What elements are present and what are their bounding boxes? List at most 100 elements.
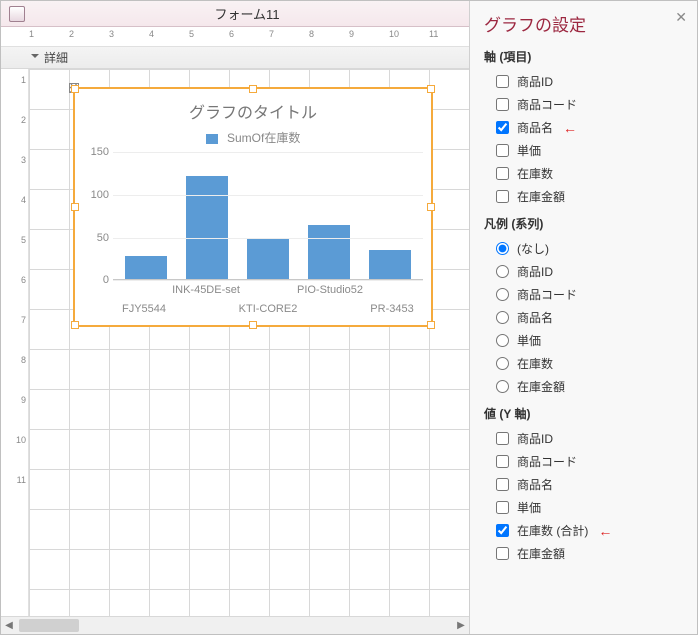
group-title-value: 値 (Y 軸)	[484, 405, 685, 422]
option-label: (なし)	[517, 240, 549, 257]
option-label: 在庫金額	[517, 188, 565, 205]
legend-option[interactable]: 商品ID	[496, 263, 685, 280]
ruler-tick: 1	[29, 27, 34, 47]
checkbox-input[interactable]	[496, 144, 509, 157]
resize-handle[interactable]	[71, 85, 79, 93]
checkbox-input[interactable]	[496, 98, 509, 111]
axis-options: 商品ID 商品コード商品名← 単価在庫数在庫金額	[484, 73, 685, 205]
radio-input[interactable]	[496, 311, 509, 324]
value-option[interactable]: 単価	[496, 499, 685, 516]
ruler-tick: 11	[429, 27, 438, 47]
axis-option[interactable]: 単価	[496, 142, 685, 159]
legend-option[interactable]: 在庫金額	[496, 378, 685, 395]
checkbox-input[interactable]	[496, 455, 509, 468]
group-title-axis: 軸 (項目)	[484, 48, 685, 65]
axis-option[interactable]: 在庫数	[496, 165, 685, 182]
option-label: 在庫数	[517, 355, 553, 372]
ruler-horizontal: 1234567891011	[1, 27, 469, 47]
ruler-tick: 6	[229, 27, 234, 47]
checkbox-input[interactable]	[496, 524, 509, 537]
chart-plot: 050100150 FJY5544INK-45DE-setKTI-CORE2PI…	[83, 152, 423, 321]
radio-input[interactable]	[496, 357, 509, 370]
x-tick-label: KTI-CORE2	[239, 303, 298, 315]
ruler-tick: 8	[21, 355, 26, 365]
section-label: 詳細	[44, 49, 68, 66]
gridline	[113, 238, 423, 239]
option-label: 単価	[517, 142, 541, 159]
legend-option[interactable]: 商品名	[496, 309, 685, 326]
axis-option[interactable]: 商品ID	[496, 73, 685, 90]
checkbox-input[interactable]	[496, 501, 509, 514]
option-label: 商品コード	[517, 286, 577, 303]
ruler-tick: 1	[21, 75, 26, 85]
value-option[interactable]: 商品名	[496, 476, 685, 493]
scroll-right-icon[interactable]: ▶	[453, 617, 469, 634]
radio-input[interactable]	[496, 380, 509, 393]
form-designer: フォーム11 1234567891011 詳細 1234567891011	[1, 1, 469, 634]
x-tick-label: INK-45DE-set	[172, 284, 240, 296]
radio-input[interactable]	[496, 288, 509, 301]
axis-option[interactable]: 在庫金額	[496, 188, 685, 205]
radio-input[interactable]	[496, 242, 509, 255]
resize-handle[interactable]	[249, 321, 257, 329]
scrollbar-horizontal[interactable]: ◀ ▶	[1, 616, 469, 634]
axis-option[interactable]: 商品コード	[496, 96, 685, 113]
checkbox-input[interactable]	[496, 121, 509, 134]
value-option[interactable]: 在庫金額	[496, 545, 685, 562]
resize-handle[interactable]	[427, 85, 435, 93]
ruler-vertical: 1234567891011	[1, 69, 29, 616]
value-option[interactable]: 商品ID	[496, 430, 685, 447]
chart-control[interactable]: グラフのタイトル SumOf在庫数 050100150 FJY5544INK-4…	[73, 87, 433, 327]
radio-input[interactable]	[496, 334, 509, 347]
checkbox-input[interactable]	[496, 432, 509, 445]
ruler-tick: 8	[309, 27, 314, 47]
y-tick-label: 0	[103, 274, 109, 286]
highlight-arrow-icon: ←	[563, 120, 577, 136]
section-collapse-icon	[31, 54, 39, 62]
option-label: 単価	[517, 499, 541, 516]
bar	[125, 256, 167, 280]
bar	[369, 250, 411, 280]
axis-option[interactable]: 商品名←	[496, 119, 685, 136]
resize-handle[interactable]	[427, 321, 435, 329]
option-label: 単価	[517, 332, 541, 349]
checkbox-input[interactable]	[496, 167, 509, 180]
close-icon[interactable]: ✕	[675, 9, 687, 26]
chart: グラフのタイトル SumOf在庫数 050100150 FJY5544INK-4…	[75, 89, 431, 325]
legend-option[interactable]: 在庫数	[496, 355, 685, 372]
design-surface[interactable]: グラフのタイトル SumOf在庫数 050100150 FJY5544INK-4…	[29, 69, 469, 616]
option-label: 商品ID	[517, 263, 553, 280]
scroll-left-icon[interactable]: ◀	[1, 617, 17, 634]
bar	[308, 225, 350, 281]
resize-handle[interactable]	[249, 85, 257, 93]
value-option[interactable]: 商品コード	[496, 453, 685, 470]
checkbox-input[interactable]	[496, 547, 509, 560]
checkbox-input[interactable]	[496, 190, 509, 203]
resize-handle[interactable]	[427, 203, 435, 211]
x-tick-label: FJY5544	[122, 303, 166, 315]
legend-options: (なし) 商品ID 商品コード商品名単価在庫数在庫金額	[484, 240, 685, 395]
ruler-tick: 4	[21, 195, 26, 205]
panel-title: グラフの設定	[484, 11, 685, 36]
legend-option[interactable]: 商品コード	[496, 286, 685, 303]
radio-input[interactable]	[496, 265, 509, 278]
value-option[interactable]: 在庫数 (合計)←	[496, 522, 685, 539]
scroll-thumb[interactable]	[19, 619, 79, 632]
checkbox-input[interactable]	[496, 75, 509, 88]
legend-option[interactable]: (なし)	[496, 240, 685, 257]
resize-handle[interactable]	[71, 321, 79, 329]
checkbox-input[interactable]	[496, 478, 509, 491]
y-axis: 050100150	[83, 152, 113, 321]
legend-swatch-icon	[206, 134, 218, 144]
group-title-legend: 凡例 (系列)	[484, 215, 685, 232]
option-label: 商品コード	[517, 96, 577, 113]
section-header-detail[interactable]: 詳細	[1, 47, 469, 69]
option-label: 在庫数	[517, 165, 553, 182]
x-tick-label: PR-3453	[370, 303, 413, 315]
legend-label: SumOf在庫数	[227, 131, 300, 145]
option-label: 商品ID	[517, 430, 553, 447]
legend-option[interactable]: 単価	[496, 332, 685, 349]
option-label: 在庫金額	[517, 378, 565, 395]
ruler-tick: 2	[21, 115, 26, 125]
resize-handle[interactable]	[71, 203, 79, 211]
